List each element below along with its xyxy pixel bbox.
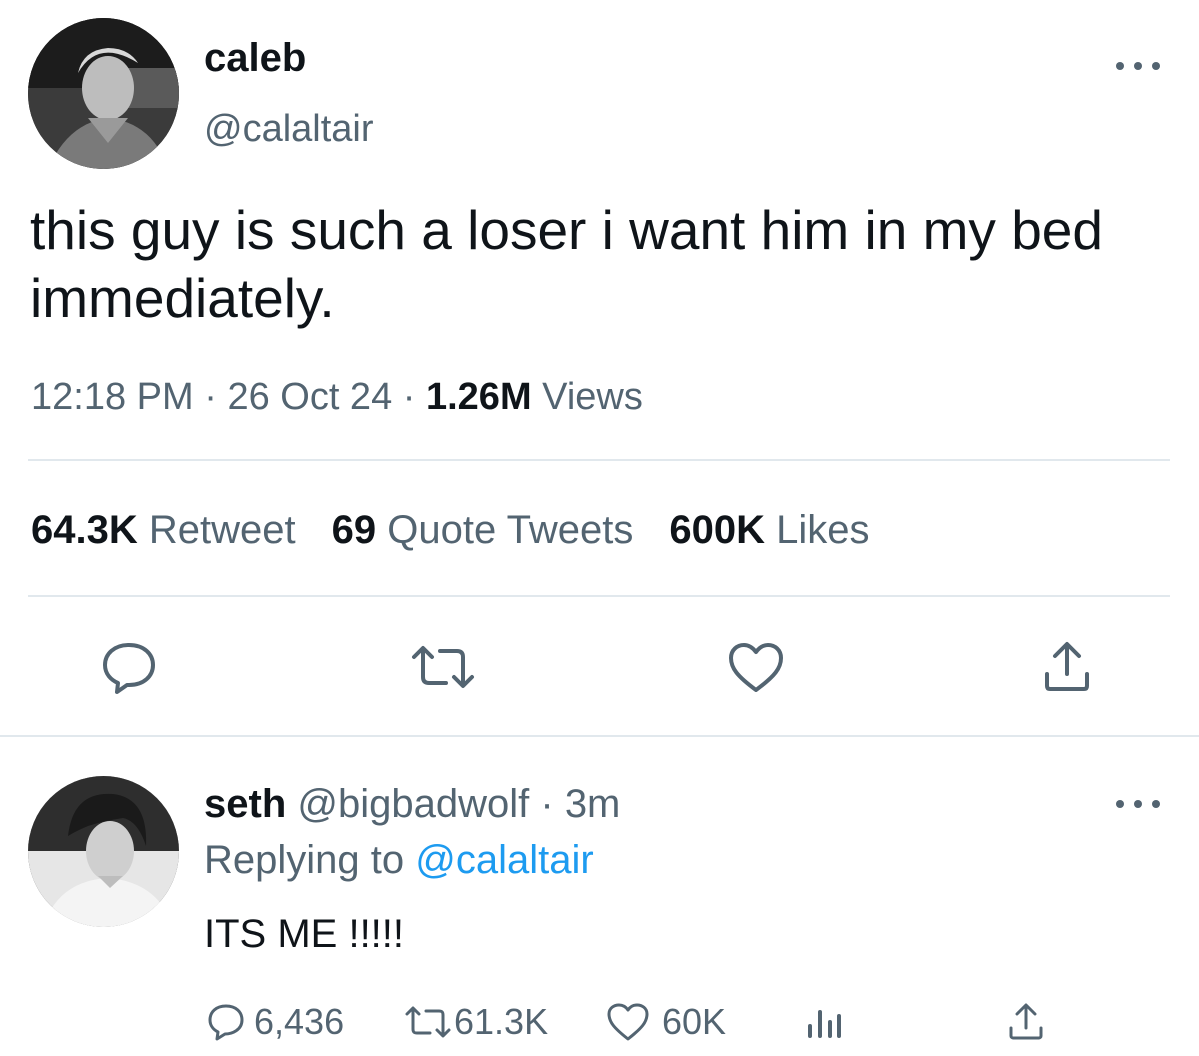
replying-to: Replying to @calaltair xyxy=(204,838,594,883)
author-name[interactable]: caleb xyxy=(204,36,306,81)
share-icon xyxy=(1009,1003,1043,1040)
reply-replies-count: 6,436 xyxy=(254,1001,345,1042)
replying-prefix: Replying to xyxy=(204,838,405,882)
comment-icon[interactable] xyxy=(100,640,158,696)
reply-views-action[interactable] xyxy=(804,1000,852,1044)
retweets-count: 64.3K xyxy=(31,508,138,552)
reply-retweet-action[interactable]: 61.3K xyxy=(404,1000,548,1044)
quotes-stat[interactable]: 69 Quote Tweets xyxy=(332,508,634,552)
share-icon[interactable] xyxy=(1041,640,1093,694)
reply-text: ITS ME !!!!! xyxy=(204,912,405,956)
reply-retweets-count: 61.3K xyxy=(454,1001,549,1042)
author-handle[interactable]: @calaltair xyxy=(204,108,374,151)
heart-icon[interactable] xyxy=(727,642,785,694)
reply-author-handle[interactable]: @bigbadwolf xyxy=(297,782,529,826)
reply-header: seth @bigbadwolf · 3m xyxy=(204,782,620,827)
divider xyxy=(28,459,1170,461)
likes-stat[interactable]: 600K Likes xyxy=(669,508,869,552)
reply-separator: · xyxy=(540,782,554,826)
tweet-date[interactable]: 26 Oct 24 xyxy=(227,376,392,418)
retweet-icon[interactable] xyxy=(410,645,476,689)
heart-icon xyxy=(607,1003,649,1041)
divider xyxy=(28,595,1170,597)
quotes-label: Quote Tweets xyxy=(387,508,634,552)
meta-separator: · xyxy=(402,376,416,418)
avatar-photo xyxy=(28,776,179,927)
reply-time[interactable]: 3m xyxy=(565,782,621,826)
divider xyxy=(0,735,1199,737)
comment-icon xyxy=(208,1004,244,1041)
reply-likes-count: 60K xyxy=(662,1001,727,1042)
avatar-photo xyxy=(28,18,179,169)
analytics-icon xyxy=(808,1010,841,1038)
views-label: Views xyxy=(542,376,643,418)
reply-more-options-icon[interactable] xyxy=(1116,792,1160,816)
reply-author-avatar[interactable] xyxy=(28,776,179,927)
reply-author-name[interactable]: seth xyxy=(204,782,286,826)
meta-separator: · xyxy=(204,376,217,418)
retweets-label: Retweet xyxy=(148,508,296,552)
more-options-icon[interactable] xyxy=(1116,54,1160,78)
reply-comment-action[interactable]: 6,436 xyxy=(206,1000,344,1044)
retweet-icon xyxy=(405,1006,451,1038)
quotes-count: 69 xyxy=(331,508,377,552)
likes-count: 600K xyxy=(669,508,765,552)
retweets-stat[interactable]: 64.3K Retweet xyxy=(31,508,296,552)
replying-handle-link[interactable]: @calaltair xyxy=(415,838,593,882)
reply-like-action[interactable]: 60K xyxy=(606,1000,726,1044)
author-avatar[interactable] xyxy=(28,18,179,169)
reply-share-action[interactable] xyxy=(1006,1000,1054,1044)
tweet-text: this guy is such a loser i want him in m… xyxy=(30,199,1103,329)
tweet-meta: 12:18 PM · 26 Oct 24 · 1.26M Views xyxy=(31,376,643,419)
views-count: 1.26M xyxy=(425,376,532,418)
tweet-time[interactable]: 12:18 PM xyxy=(31,376,194,418)
tweet-stats: 64.3K Retweet 69 Quote Tweets 600K Likes xyxy=(31,508,869,553)
likes-label: Likes xyxy=(776,508,870,552)
